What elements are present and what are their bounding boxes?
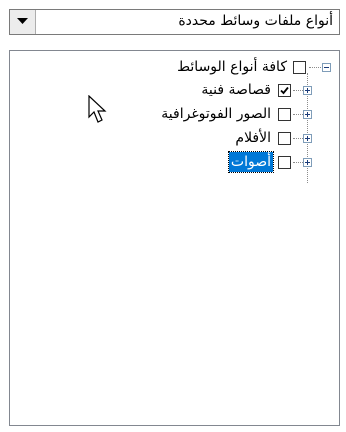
- media-type-dropdown[interactable]: أنواع ملفات وسائط محددة: [9, 9, 340, 35]
- checkmark-icon: [280, 86, 289, 95]
- expand-icon[interactable]: [303, 158, 312, 167]
- checkbox-movies[interactable]: [278, 132, 291, 145]
- tree-item-photographs[interactable]: الصور الفوتوغرافية: [10, 104, 341, 126]
- tree-item-label: الأفلام: [235, 130, 271, 146]
- expand-icon[interactable]: [303, 86, 312, 95]
- dropdown-arrow-button[interactable]: [10, 10, 36, 34]
- tree-item-sounds[interactable]: أصوات: [10, 151, 341, 174]
- tree-root-node[interactable]: كافة أنواع الوسائط: [10, 57, 341, 79]
- dropdown-selected-value: أنواع ملفات وسائط محددة: [178, 13, 333, 29]
- tree-connector: [309, 67, 321, 69]
- triangle-down-icon: [17, 18, 28, 24]
- checkbox-sounds[interactable]: [278, 156, 291, 169]
- expand-icon[interactable]: [303, 134, 312, 143]
- tree-item-label: الصور الفوتوغرافية: [161, 106, 271, 122]
- tree-item-label: قصاصة فنية: [201, 82, 271, 98]
- tree-root-label: كافة أنواع الوسائط: [177, 59, 287, 75]
- collapse-icon[interactable]: [322, 63, 331, 72]
- checkbox-photographs[interactable]: [278, 108, 291, 121]
- media-type-tree[interactable]: كافة أنواع الوسائط قصاصة فنية الصور الفو…: [9, 50, 340, 426]
- checkbox-clip-art[interactable]: [278, 84, 291, 97]
- tree-item-movies[interactable]: الأفلام: [10, 128, 341, 150]
- expand-icon[interactable]: [303, 110, 312, 119]
- mouse-cursor-icon: [88, 95, 107, 123]
- tree-item-label: أصوات: [227, 151, 275, 173]
- tree-item-clip-art[interactable]: قصاصة فنية: [10, 80, 341, 102]
- checkbox-all-media[interactable]: [293, 61, 306, 74]
